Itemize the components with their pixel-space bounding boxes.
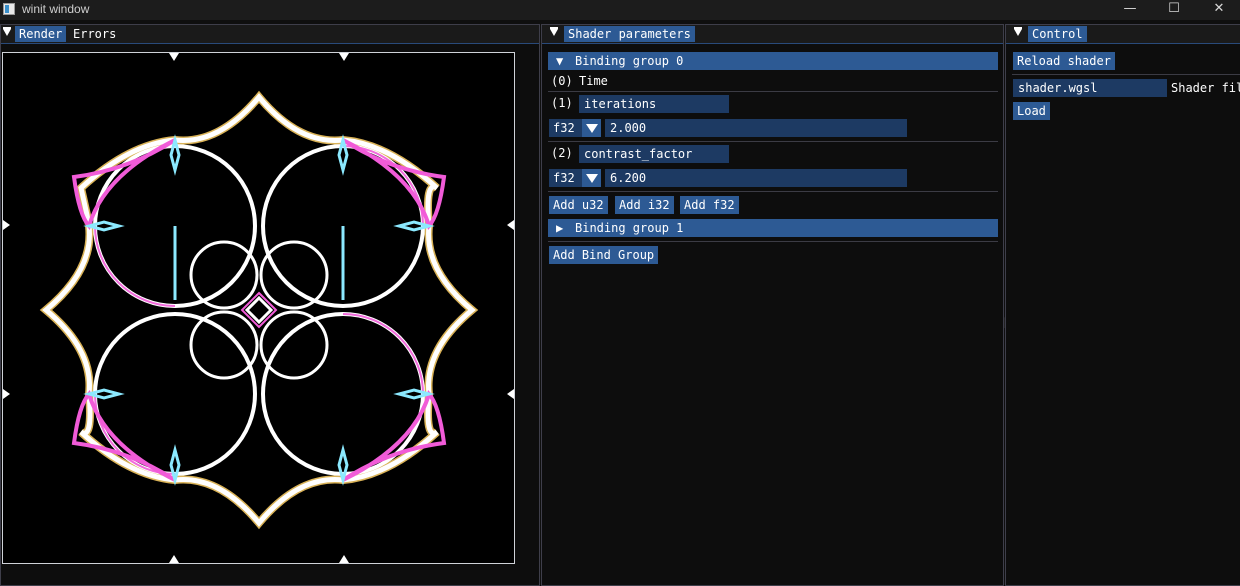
tab-errors[interactable]: Errors	[69, 26, 121, 42]
collapsed-arrow-icon: ▶	[556, 221, 564, 235]
load-button[interactable]: Load	[1013, 102, 1050, 120]
control-panel: Control Reload shader shader.wgsl Shader…	[1005, 24, 1240, 586]
inner-flower	[189, 240, 329, 380]
expanded-arrow-icon: ▼	[556, 54, 564, 68]
corner-petals	[71, 138, 447, 482]
tab-shader-parameters[interactable]: Shader parameters	[564, 26, 695, 42]
param-2-value-input[interactable]: 6.200	[605, 169, 907, 187]
chevron-down-icon	[582, 119, 601, 137]
reload-shader-button[interactable]: Reload shader	[1013, 52, 1115, 70]
add-u32-button[interactable]: Add u32	[549, 196, 608, 214]
tab-render[interactable]: Render	[15, 26, 67, 42]
minimize-button[interactable]: —	[1107, 0, 1153, 20]
add-f32-button[interactable]: Add f32	[680, 196, 739, 214]
add-i32-button[interactable]: Add i32	[615, 196, 674, 214]
separator	[548, 191, 998, 192]
separator	[548, 91, 998, 92]
binding-group-0-title: Binding group 0	[575, 54, 684, 68]
maximize-button[interactable]: ☐	[1151, 0, 1197, 20]
shader-tabbar: Shader parameters	[542, 25, 1003, 44]
collapse-triangle-icon[interactable]	[550, 27, 558, 36]
param-1-name-input[interactable]: iterations	[579, 95, 729, 113]
render-tabbar: Render Errors	[1, 25, 539, 44]
edge-markers	[3, 53, 514, 563]
window-title: winit window	[22, 2, 90, 16]
render-panel: Render Errors	[0, 24, 540, 586]
title-bar: winit window — ☐ ✕	[0, 0, 1240, 20]
param-1-index: (1)	[551, 96, 573, 110]
add-bind-group-button[interactable]: Add Bind Group	[549, 246, 659, 264]
kaleidoscope-shader-output	[3, 53, 514, 563]
collapse-triangle-icon[interactable]	[1014, 27, 1022, 36]
collapse-triangle-icon[interactable]	[3, 27, 11, 36]
close-button[interactable]: ✕	[1196, 0, 1240, 20]
param-2-index: (2)	[551, 146, 573, 160]
shader-parameters-panel: Shader parameters ▼ Binding group 0 (0) …	[541, 24, 1004, 586]
param-1-value-input[interactable]: 2.000	[605, 119, 907, 137]
param-2-name-input[interactable]: contrast_factor	[579, 145, 729, 163]
shader-file-label: Shader fil	[1171, 81, 1240, 95]
binding-group-1-header[interactable]: ▶ Binding group 1	[548, 219, 998, 237]
separator	[548, 141, 998, 142]
tab-control[interactable]: Control	[1028, 26, 1087, 42]
param-0-index: (0)	[551, 74, 573, 88]
binding-group-1-title: Binding group 1	[575, 221, 684, 235]
ring-circles	[93, 144, 425, 476]
cyan-cusps	[83, 134, 435, 486]
app-window-icon	[3, 3, 15, 15]
separator	[1012, 74, 1240, 75]
param-1-type-select[interactable]: f32	[549, 119, 601, 137]
chevron-down-icon	[582, 169, 601, 187]
param-0-label: Time	[579, 74, 608, 88]
separator	[548, 241, 998, 242]
control-tabbar: Control	[1006, 25, 1240, 44]
param-2-type-select[interactable]: f32	[549, 169, 601, 187]
binding-group-0-header[interactable]: ▼ Binding group 0	[548, 52, 998, 70]
shader-file-input[interactable]: shader.wgsl	[1013, 79, 1167, 97]
outer-star-outline	[39, 90, 479, 530]
shader-render-view[interactable]	[2, 52, 515, 564]
